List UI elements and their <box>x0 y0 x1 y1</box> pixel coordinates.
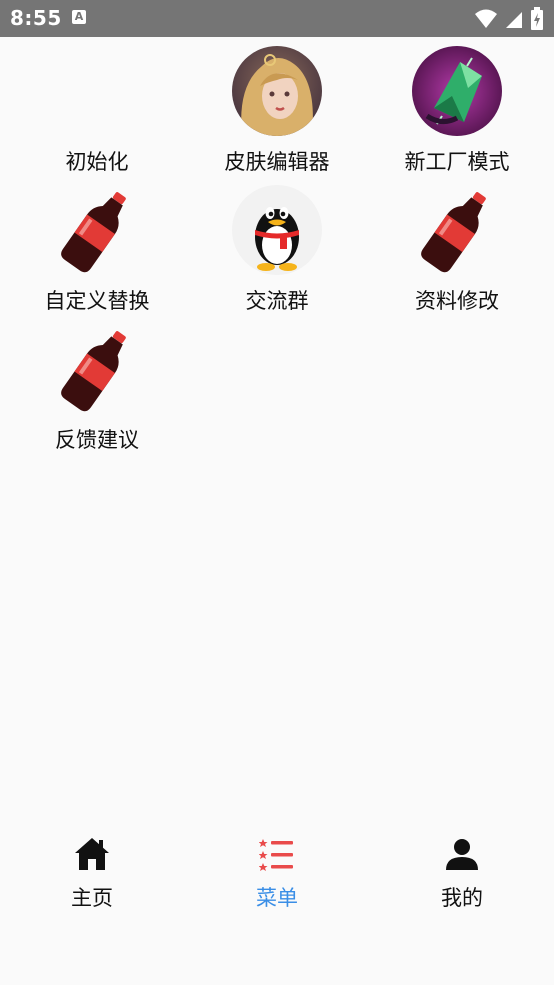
tab-home[interactable]: 主页 <box>0 830 184 920</box>
cola-bottle-icon <box>421 192 486 273</box>
menu-item-new-factory[interactable]: 新工厂模式 <box>367 37 547 176</box>
battery-icon <box>531 7 543 30</box>
tab-label: 主页 <box>71 886 113 910</box>
qq-penguin-icon <box>232 185 322 275</box>
green-gem-icon <box>412 46 502 136</box>
person-icon <box>446 839 478 870</box>
tab-label: 菜单 <box>256 886 298 910</box>
menu-item-init[interactable]: 初始化 <box>7 37 187 176</box>
notification-icon: A <box>72 10 86 24</box>
tab-profile[interactable]: 我的 <box>370 830 554 920</box>
menu-item-custom-replace[interactable]: 自定义替换 <box>7 176 187 315</box>
menu-item-skin-editor[interactable]: 皮肤编辑器 <box>187 37 367 176</box>
menu-item-label: 皮肤编辑器 <box>224 150 330 174</box>
menu-item-chat-group[interactable]: 交流群 <box>187 176 367 315</box>
cola-bottle-icon <box>61 192 126 273</box>
status-icons <box>474 7 544 31</box>
bottom-tab-bar: 主页 菜单 我的 <box>0 830 554 920</box>
menu-item-feedback[interactable]: 反馈建议 <box>7 315 187 454</box>
home-icon <box>75 838 109 870</box>
menu-item-label: 初始化 <box>65 150 129 174</box>
menu-item-label: 资料修改 <box>415 289 499 313</box>
status-bar: 8:55 A <box>0 0 554 37</box>
menu-item-label: 交流群 <box>245 289 309 313</box>
status-time: 8:55 <box>10 6 62 30</box>
hero-avatar-icon <box>232 46 322 136</box>
menu-item-label: 自定义替换 <box>44 289 150 313</box>
signal-icon <box>506 12 522 28</box>
cola-bottle-icon <box>61 331 126 412</box>
menu-item-label: 反馈建议 <box>55 428 139 452</box>
tab-menu[interactable]: 菜单 <box>185 830 369 920</box>
tab-label: 我的 <box>441 886 483 910</box>
menu-item-label: 新工厂模式 <box>404 150 510 174</box>
wifi-icon <box>475 9 497 28</box>
menu-list-icon <box>259 839 293 871</box>
menu-item-profile-edit[interactable]: 资料修改 <box>367 176 547 315</box>
